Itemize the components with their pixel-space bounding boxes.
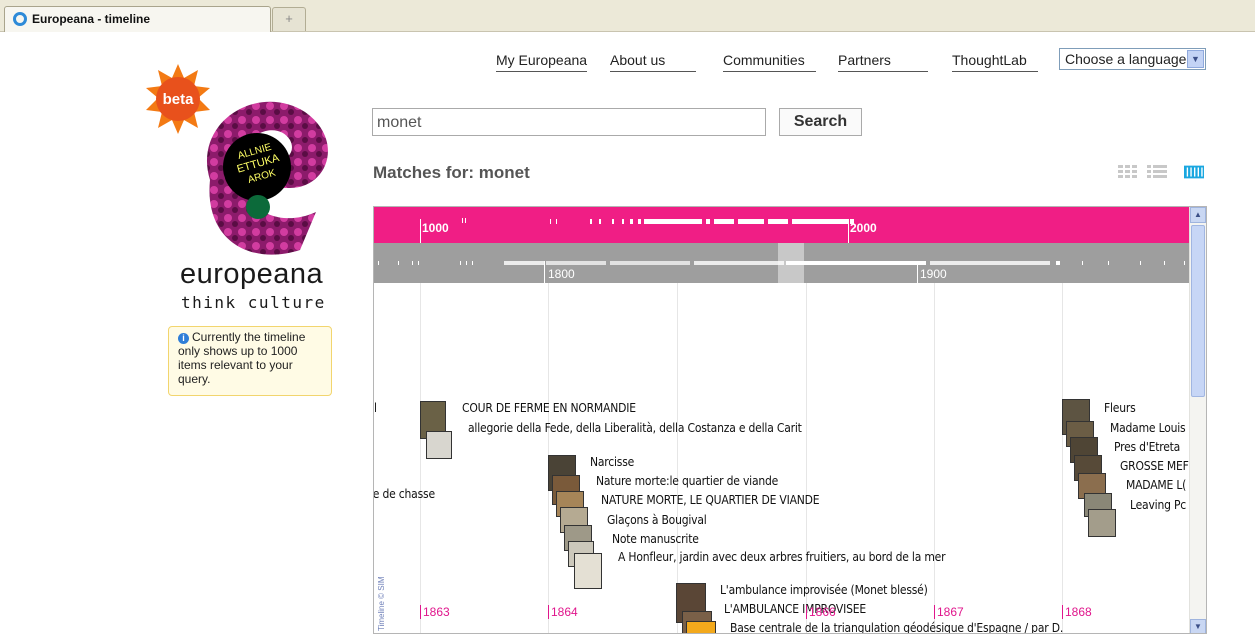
timeline-event[interactable]: Leaving Pc — [1130, 498, 1190, 512]
timeline-event[interactable]: Pres d'Etreta — [1114, 440, 1190, 454]
info-note: i Currently the timeline only shows up to… — [168, 326, 332, 396]
credit-text: Timeline © SIMILE — [377, 577, 386, 631]
year-label: 1867 — [934, 605, 964, 619]
timeline-event[interactable]: L'ambulance improvisée (Monet blessé) — [720, 583, 928, 597]
year-gridline — [420, 283, 421, 633]
page: { "browser": { "tab_title": "Europeana -… — [0, 0, 1255, 637]
grid-view-icon[interactable] — [1118, 165, 1138, 179]
timeline-decade-band[interactable]: 1800 1900 — [374, 243, 1190, 283]
timeline-scrollbar[interactable]: ▲ ▼ — [1189, 207, 1206, 633]
tagline: think culture — [181, 293, 326, 312]
year-gridline — [806, 283, 807, 633]
year-label: 1868 — [1062, 605, 1092, 619]
year-gridline — [934, 283, 935, 633]
search-button[interactable]: Search — [779, 108, 862, 136]
overview-label-1000: 1000 — [422, 221, 449, 235]
year-gridline — [677, 283, 678, 633]
timeline-event[interactable]: Nature morte:le quartier de viande — [596, 474, 778, 488]
timeline-overview-band[interactable]: 1000 2000 — [374, 207, 1190, 243]
tab-title: Europeana - timeline — [32, 12, 151, 26]
list-view-icon[interactable] — [1147, 165, 1167, 179]
language-select-value: Choose a language — [1065, 51, 1187, 67]
timeline-event[interactable]: Note manuscrite — [612, 532, 699, 546]
decade-label-1900: 1900 — [920, 267, 947, 281]
overview-ticks — [420, 218, 854, 243]
decade-ticks — [378, 243, 1185, 283]
scroll-down-icon[interactable]: ▼ — [1190, 619, 1206, 633]
timeline-event[interactable]: MADAME L( — [1126, 478, 1190, 492]
browser-tabstrip: Europeana - timeline + — [0, 0, 1255, 32]
timeline-event[interactable]: Narcisse — [590, 455, 634, 469]
europeana-favicon-icon — [13, 12, 27, 26]
info-icon: i — [178, 333, 189, 344]
year-label: 1863 — [420, 605, 450, 619]
chevron-down-icon[interactable]: ▼ — [1187, 50, 1204, 68]
artwork-thumbnail[interactable] — [426, 431, 452, 459]
year-label: 1866 — [806, 605, 836, 619]
timeline-event[interactable]: allegorie della Fede, della Liberalità, … — [468, 421, 840, 435]
new-tab-button[interactable]: + — [272, 7, 306, 31]
decade-label-1800: 1800 — [548, 267, 575, 281]
year-label: 1864 — [548, 605, 578, 619]
timeline-event[interactable]: COUR DE FERME EN NORMANDIE — [462, 401, 636, 415]
nav-thoughtlab[interactable]: ThoughtLab — [952, 52, 1038, 72]
artwork-thumbnail[interactable] — [574, 553, 602, 589]
timeline-event[interactable]: Fleurs — [1104, 401, 1136, 415]
timeline-view-icon[interactable] — [1184, 165, 1204, 179]
info-note-text: Currently the timeline only shows up to … — [178, 330, 306, 386]
simile-credit[interactable]: Timeline © SIMILE — [374, 577, 388, 632]
language-select[interactable]: Choose a language ▼ — [1059, 48, 1206, 70]
scroll-thumb[interactable] — [1191, 225, 1205, 397]
nav-my-europeana[interactable]: My Europeana — [496, 52, 588, 72]
timeline-event[interactable]: Madame Louis — [1110, 421, 1190, 435]
artwork-thumbnail[interactable] — [1088, 509, 1116, 537]
search-input[interactable]: monet — [372, 108, 766, 136]
timeline[interactable]: 1000 2000 1800 1900 l COUR DE FERME EN N… — [373, 206, 1207, 634]
europeana-logo[interactable]: ALLNIE ETTUKA AROK beta — [140, 60, 350, 260]
timeline-event[interactable]: GROSSE MEF — [1120, 459, 1190, 473]
timeline-event[interactable]: l — [374, 401, 377, 415]
timeline-event[interactable]: NATURE MORTE, LE QUARTIER DE VIANDE — [601, 493, 820, 507]
artwork-thumbnail[interactable] — [686, 621, 716, 633]
wordmark: europeana — [180, 258, 324, 290]
beta-badge: beta — [163, 91, 195, 108]
timeline-event[interactable]: Base centrale de la triangulation géodés… — [730, 621, 1120, 633]
overview-label-2000: 2000 — [850, 221, 877, 235]
nav-about-us[interactable]: About us — [610, 52, 696, 72]
timeline-event[interactable]: ie de chasse — [374, 487, 435, 501]
nav-communities[interactable]: Communities — [723, 52, 816, 72]
timeline-event[interactable]: L'AMBULANCE IMPROVISEE — [724, 602, 866, 616]
nav-partners[interactable]: Partners — [838, 52, 928, 72]
browser-tab[interactable]: Europeana - timeline — [4, 6, 271, 32]
scroll-up-icon[interactable]: ▲ — [1190, 207, 1206, 223]
timeline-event[interactable]: A Honfleur, jardin avec deux arbres frui… — [618, 550, 990, 564]
timeline-event[interactable]: Glaçons à Bougival — [607, 513, 707, 527]
year-gridline — [1062, 283, 1063, 633]
results-heading: Matches for: monet — [373, 163, 530, 182]
